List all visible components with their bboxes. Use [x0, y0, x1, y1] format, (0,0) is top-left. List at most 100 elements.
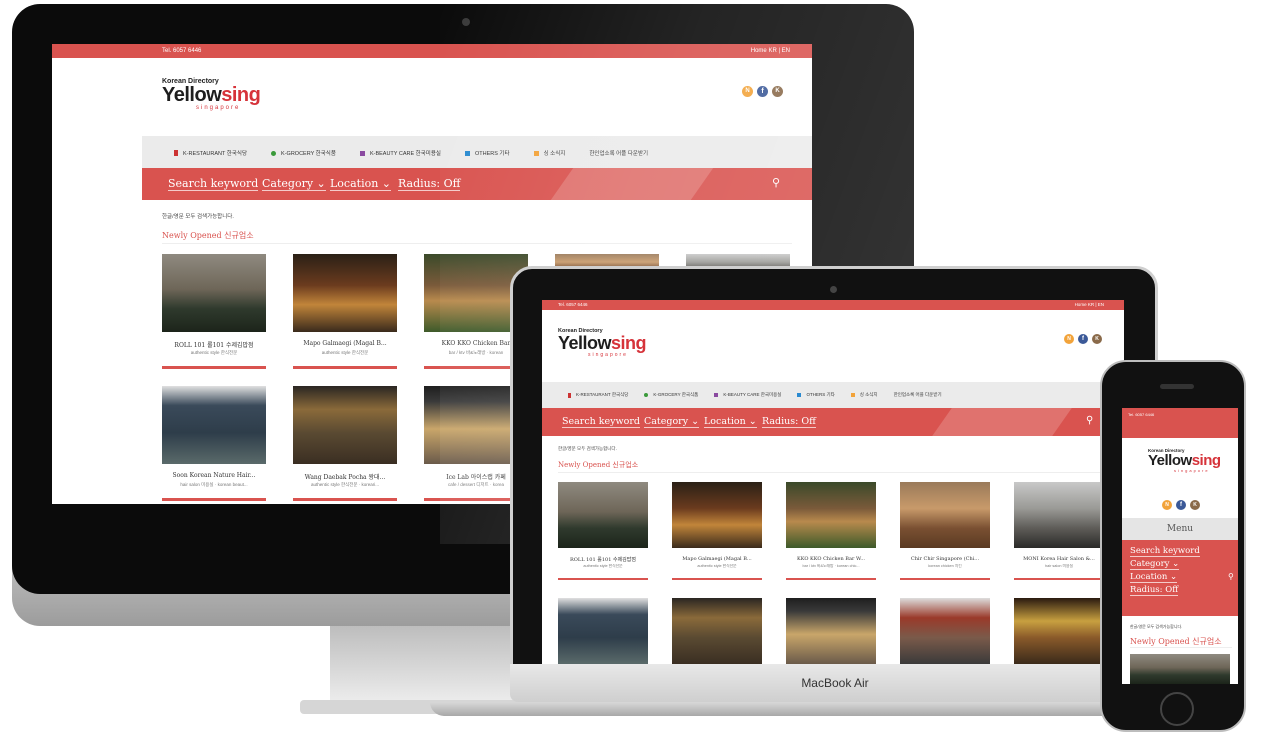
listing-card[interactable] — [900, 598, 990, 664]
listing-card[interactable]: ROLL 101 롤101 수제김밥점 authentic style 한식전문 — [162, 254, 266, 370]
listing-name: Chir Chir Singapore (Chi... — [910, 556, 980, 562]
grocery-icon — [644, 393, 649, 397]
facebook-icon[interactable]: f — [1176, 500, 1186, 510]
site-logo[interactable]: Korean Directory Yellowsing singapore — [162, 78, 261, 111]
nav-item-others[interactable]: OTHERS 기타 — [797, 392, 835, 398]
facebook-icon[interactable]: f — [1078, 334, 1088, 344]
category-select[interactable]: Category ⌄ — [644, 416, 700, 428]
nav-label: 싱 소식지 — [859, 392, 878, 397]
listing-name: Mapo Galmaegi (Magal B... — [682, 556, 752, 562]
nav-item-restaurant[interactable]: K-RESTAURANT 한국식당 — [568, 392, 628, 398]
section-title: Newly Opened 신규업소 — [1130, 636, 1232, 648]
radius-select[interactable]: Radius: Off — [762, 416, 816, 428]
beauty-icon — [714, 393, 719, 397]
logo-main-text: Yellowsing — [1148, 453, 1221, 468]
listing-photo — [900, 598, 990, 664]
location-select[interactable]: Location ⌄ — [1130, 572, 1178, 583]
card-underline — [900, 578, 990, 580]
restaurant-icon — [568, 392, 571, 398]
top-bar-links[interactable]: Home KR | EN — [1075, 300, 1104, 310]
listing-photo — [558, 598, 648, 664]
card-underline — [786, 578, 876, 580]
nav-item-app[interactable]: 한인업소록 어플 다운받기 — [894, 392, 942, 398]
iphone-screen: Tel. 6057 6446 Korean Directory Yellowsi… — [1122, 408, 1238, 684]
section-title: Newly Opened 신규업소 — [162, 230, 792, 244]
location-select[interactable]: Location ⌄ — [704, 416, 757, 428]
listing-card[interactable] — [786, 598, 876, 664]
listing-card[interactable] — [672, 598, 762, 664]
category-label: Category — [644, 416, 689, 427]
mobile-menu-button[interactable]: Menu — [1122, 518, 1238, 540]
listing-card[interactable] — [558, 598, 648, 664]
nav-item-newsletter[interactable]: 싱 소식지 — [850, 392, 878, 398]
location-label: Location — [704, 416, 746, 427]
nav-item-app[interactable]: 한인업소록 어플 다운받기 — [589, 149, 648, 157]
restaurant-icon — [174, 150, 178, 156]
category-label: Category — [1130, 559, 1170, 569]
listing-card[interactable]: ROLL 101 롤101 수제김밥점 authentic style 한식전문 — [558, 482, 648, 582]
search-icon[interactable]: ⚲ — [1086, 415, 1093, 426]
nav-item-restaurant[interactable]: K-RESTAURANT 한국식당 — [174, 149, 247, 157]
site-logo[interactable]: Korean Directory Yellowsing singapore — [558, 328, 647, 358]
nav-label: OTHERS 기타 — [806, 392, 835, 397]
kakao-icon[interactable]: K — [772, 86, 783, 97]
others-icon — [797, 393, 802, 397]
radius-select[interactable]: Radius: Off — [398, 177, 461, 191]
search-icon[interactable]: ⚲ — [1228, 572, 1234, 581]
kakao-icon[interactable]: K — [1092, 334, 1102, 344]
naver-icon[interactable]: N — [1162, 500, 1172, 510]
listing-photo — [162, 386, 266, 464]
listing-card[interactable]: MONI Korea Hair Salon &... hair salon 미용… — [1014, 482, 1104, 582]
facebook-icon[interactable]: f — [757, 86, 768, 97]
naver-icon[interactable]: N — [1064, 334, 1074, 344]
listing-photo — [786, 598, 876, 664]
top-bar-links[interactable]: Home KR | EN — [751, 44, 790, 58]
naver-icon[interactable]: N — [742, 86, 753, 97]
card-underline — [558, 578, 648, 580]
search-note: 한글/영문 모두 검색가능합니다. — [162, 214, 234, 220]
social-links: N f K — [1064, 334, 1102, 344]
site-logo[interactable]: Korean Directory Yellowsing singapore — [1148, 448, 1221, 473]
newsletter-icon — [850, 393, 855, 397]
location-label: Location — [330, 177, 379, 190]
listing-tags: authentic style 한식전문 — [697, 564, 737, 568]
location-select[interactable]: Location ⌄ — [330, 177, 392, 191]
search-input[interactable]: Search keyword — [562, 416, 641, 428]
top-bar: Tel. 6057 6446 — [1122, 408, 1238, 438]
nav-item-grocery[interactable]: K-GROCERY 한국식품 — [271, 149, 336, 157]
listing-tags: authentic style 한식전문 — [321, 350, 369, 355]
iphone-home-button[interactable] — [1160, 692, 1194, 726]
listing-name: MONI Korea Hair Salon &... — [1023, 556, 1095, 562]
nav-item-newsletter[interactable]: 싱 소식지 — [533, 149, 566, 157]
listing-card[interactable]: Mapo Galmaegi (Magal B... authentic styl… — [293, 254, 397, 370]
nav-item-beauty[interactable]: K-BEAUTY CARE 한국미용실 — [714, 392, 781, 398]
nav-item-others[interactable]: OTHERS 기타 — [464, 149, 510, 157]
listing-name: Wang Daebak Pocha 왕대... — [304, 474, 386, 481]
listing-card[interactable]: Wang Daebak Pocha 왕대... authentic style … — [293, 386, 397, 502]
listing-card[interactable] — [1130, 654, 1230, 684]
others-icon — [464, 150, 470, 156]
radius-select[interactable]: Radius: Off — [1130, 585, 1179, 596]
listing-card[interactable]: Soon Korean Nature Hair... hair salon 미용… — [162, 386, 266, 502]
listing-photo — [786, 482, 876, 548]
search-icon[interactable]: ⚲ — [772, 176, 780, 189]
kakao-icon[interactable]: K — [1190, 500, 1200, 510]
category-select[interactable]: Category ⌄ — [262, 177, 326, 191]
search-note: 한글/영문 모두 검색가능합니다. — [558, 446, 617, 451]
newsletter-icon — [533, 150, 539, 156]
listing-card[interactable]: Chir Chir Singapore (Chi... korean chick… — [900, 482, 990, 582]
listing-tags: bar / ktv 바&노래방 · korean chic... — [802, 564, 860, 568]
nav-item-beauty[interactable]: K-BEAUTY CARE 한국미용실 — [359, 149, 441, 157]
search-input[interactable]: Search keyword — [168, 177, 259, 191]
listing-card[interactable] — [1014, 598, 1104, 664]
listing-tags: authentic style 한식전문 · koreari... — [310, 482, 380, 487]
listing-card[interactable]: Mapo Galmaegi (Magal B... authentic styl… — [672, 482, 762, 582]
listing-photo — [1130, 654, 1230, 684]
nav-label: 싱 소식지 — [543, 151, 566, 157]
search-input[interactable]: Search keyword — [1130, 546, 1200, 557]
nav-item-grocery[interactable]: K-GROCERY 한국식품 — [644, 392, 698, 398]
logo-yellow: Yellow — [558, 333, 612, 353]
listing-card[interactable]: KKO KKO Chicken Bar W... bar / ktv 바&노래방… — [786, 482, 876, 582]
category-select[interactable]: Category ⌄ — [1130, 559, 1180, 570]
top-bar: Tel. 6057 6446 Home KR | EN — [52, 44, 812, 58]
